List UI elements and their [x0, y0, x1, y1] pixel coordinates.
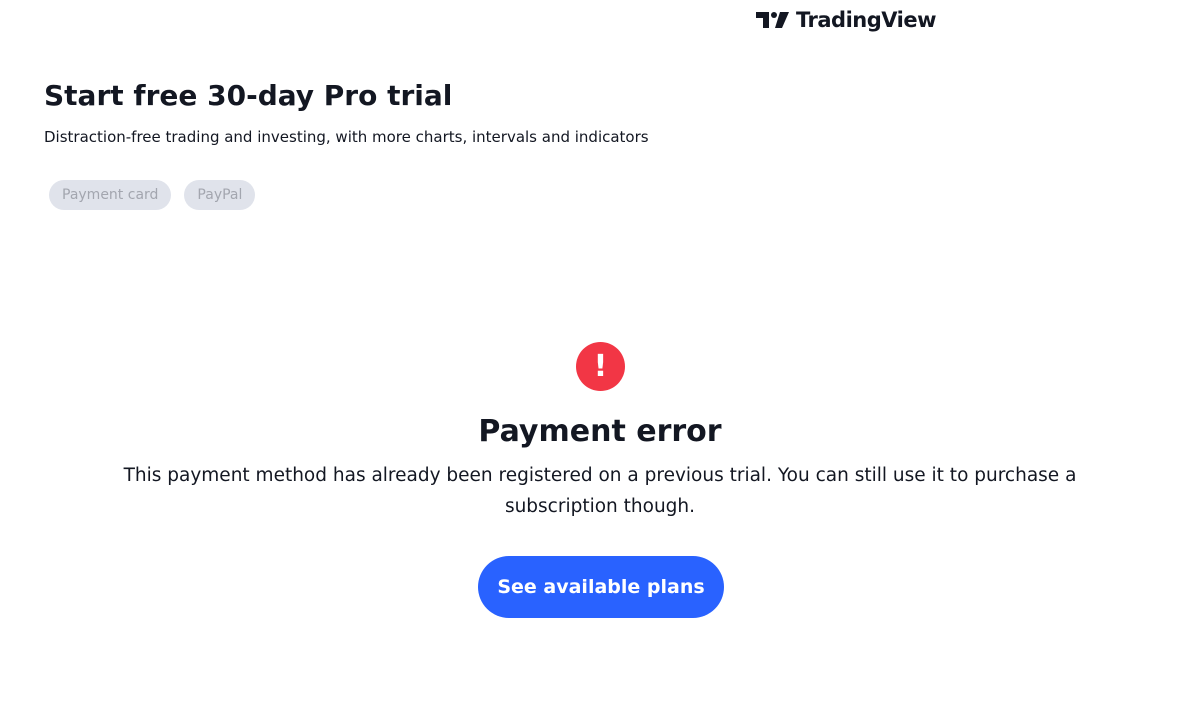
page-title: Start free 30-day Pro trial [44, 79, 453, 112]
exclamation-icon: ! [576, 342, 625, 391]
brand-name: TradingView [796, 8, 936, 32]
tab-paypal[interactable]: PayPal [184, 180, 256, 210]
tradingview-logo-icon [756, 10, 790, 30]
page-subtitle: Distraction-free trading and investing, … [44, 128, 649, 146]
payment-page: TradingView Start free 30-day Pro trial … [0, 0, 1200, 715]
payment-method-tabs: Payment card PayPal [49, 180, 256, 210]
tab-payment-card[interactable]: Payment card [49, 180, 172, 210]
error-message: This payment method has already been reg… [123, 465, 1077, 517]
see-available-plans-button[interactable]: See available plans [478, 556, 724, 618]
error-title: Payment error [478, 414, 722, 449]
tradingview-logo[interactable]: TradingView [756, 6, 936, 34]
